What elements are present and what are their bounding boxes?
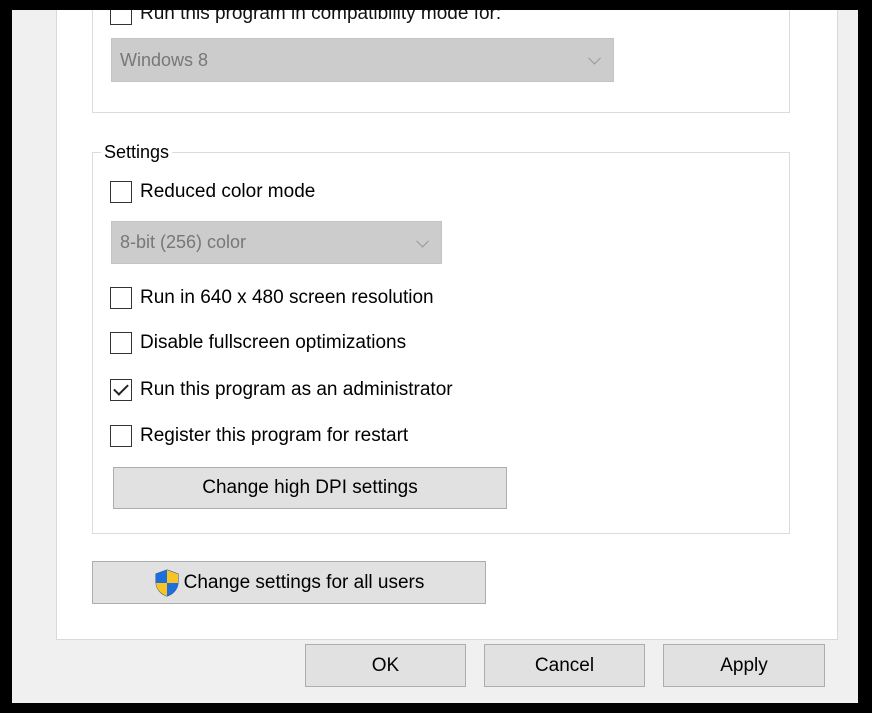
run-640-row[interactable]: Run in 640 x 480 screen resolution: [110, 285, 434, 311]
color-depth-select: 8-bit (256) color: [111, 221, 442, 264]
run-admin-checkbox[interactable]: [110, 379, 132, 401]
change-settings-all-users-button[interactable]: Change settings for all users: [92, 561, 486, 604]
change-high-dpi-button[interactable]: Change high DPI settings: [113, 467, 507, 509]
run-admin-row[interactable]: Run this program as an administrator: [110, 377, 453, 403]
run-admin-label: Run this program as an administrator: [140, 379, 453, 400]
compat-mode-row[interactable]: Run this program in compatibility mode f…: [110, 10, 501, 27]
run-640-checkbox[interactable]: [110, 287, 132, 309]
run-640-label: Run in 640 x 480 screen resolution: [140, 287, 434, 308]
settings-legend: Settings: [101, 142, 173, 162]
reduced-color-label: Reduced color mode: [140, 181, 316, 202]
chevron-down-icon: [588, 51, 601, 65]
register-restart-row[interactable]: Register this program for restart: [110, 423, 408, 449]
register-restart-label: Register this program for restart: [140, 425, 409, 446]
os-version-value: Windows 8: [120, 49, 209, 70]
ok-button[interactable]: OK: [305, 644, 466, 687]
chevron-down-icon: [416, 234, 429, 248]
color-depth-value: 8-bit (256) color: [120, 232, 247, 252]
apply-button[interactable]: Apply: [663, 644, 825, 687]
disable-fullscreen-checkbox[interactable]: [110, 332, 132, 354]
cancel-button[interactable]: Cancel: [484, 644, 645, 687]
settings-group: Settings Reduced color mode 8-bit (256) …: [92, 142, 790, 534]
disable-fullscreen-row[interactable]: Disable fullscreen optimizations: [110, 330, 406, 356]
os-version-select: Windows 8: [111, 38, 614, 82]
compat-mode-label: Run this program in compatibility mode f…: [140, 10, 502, 24]
compatibility-mode-group: Run this program in compatibility mode f…: [92, 10, 790, 113]
reduced-color-row[interactable]: Reduced color mode: [110, 179, 315, 205]
disable-fullscreen-label: Disable fullscreen optimizations: [140, 332, 407, 353]
compat-mode-checkbox[interactable]: [110, 10, 132, 25]
properties-dialog: Run this program in compatibility mode f…: [12, 10, 858, 703]
change-settings-all-users-label: Change settings for all users: [183, 571, 425, 593]
reduced-color-checkbox[interactable]: [110, 181, 132, 203]
compatibility-tab-page: Run this program in compatibility mode f…: [56, 10, 838, 640]
register-restart-checkbox[interactable]: [110, 425, 132, 447]
uac-shield-icon: [155, 568, 179, 597]
